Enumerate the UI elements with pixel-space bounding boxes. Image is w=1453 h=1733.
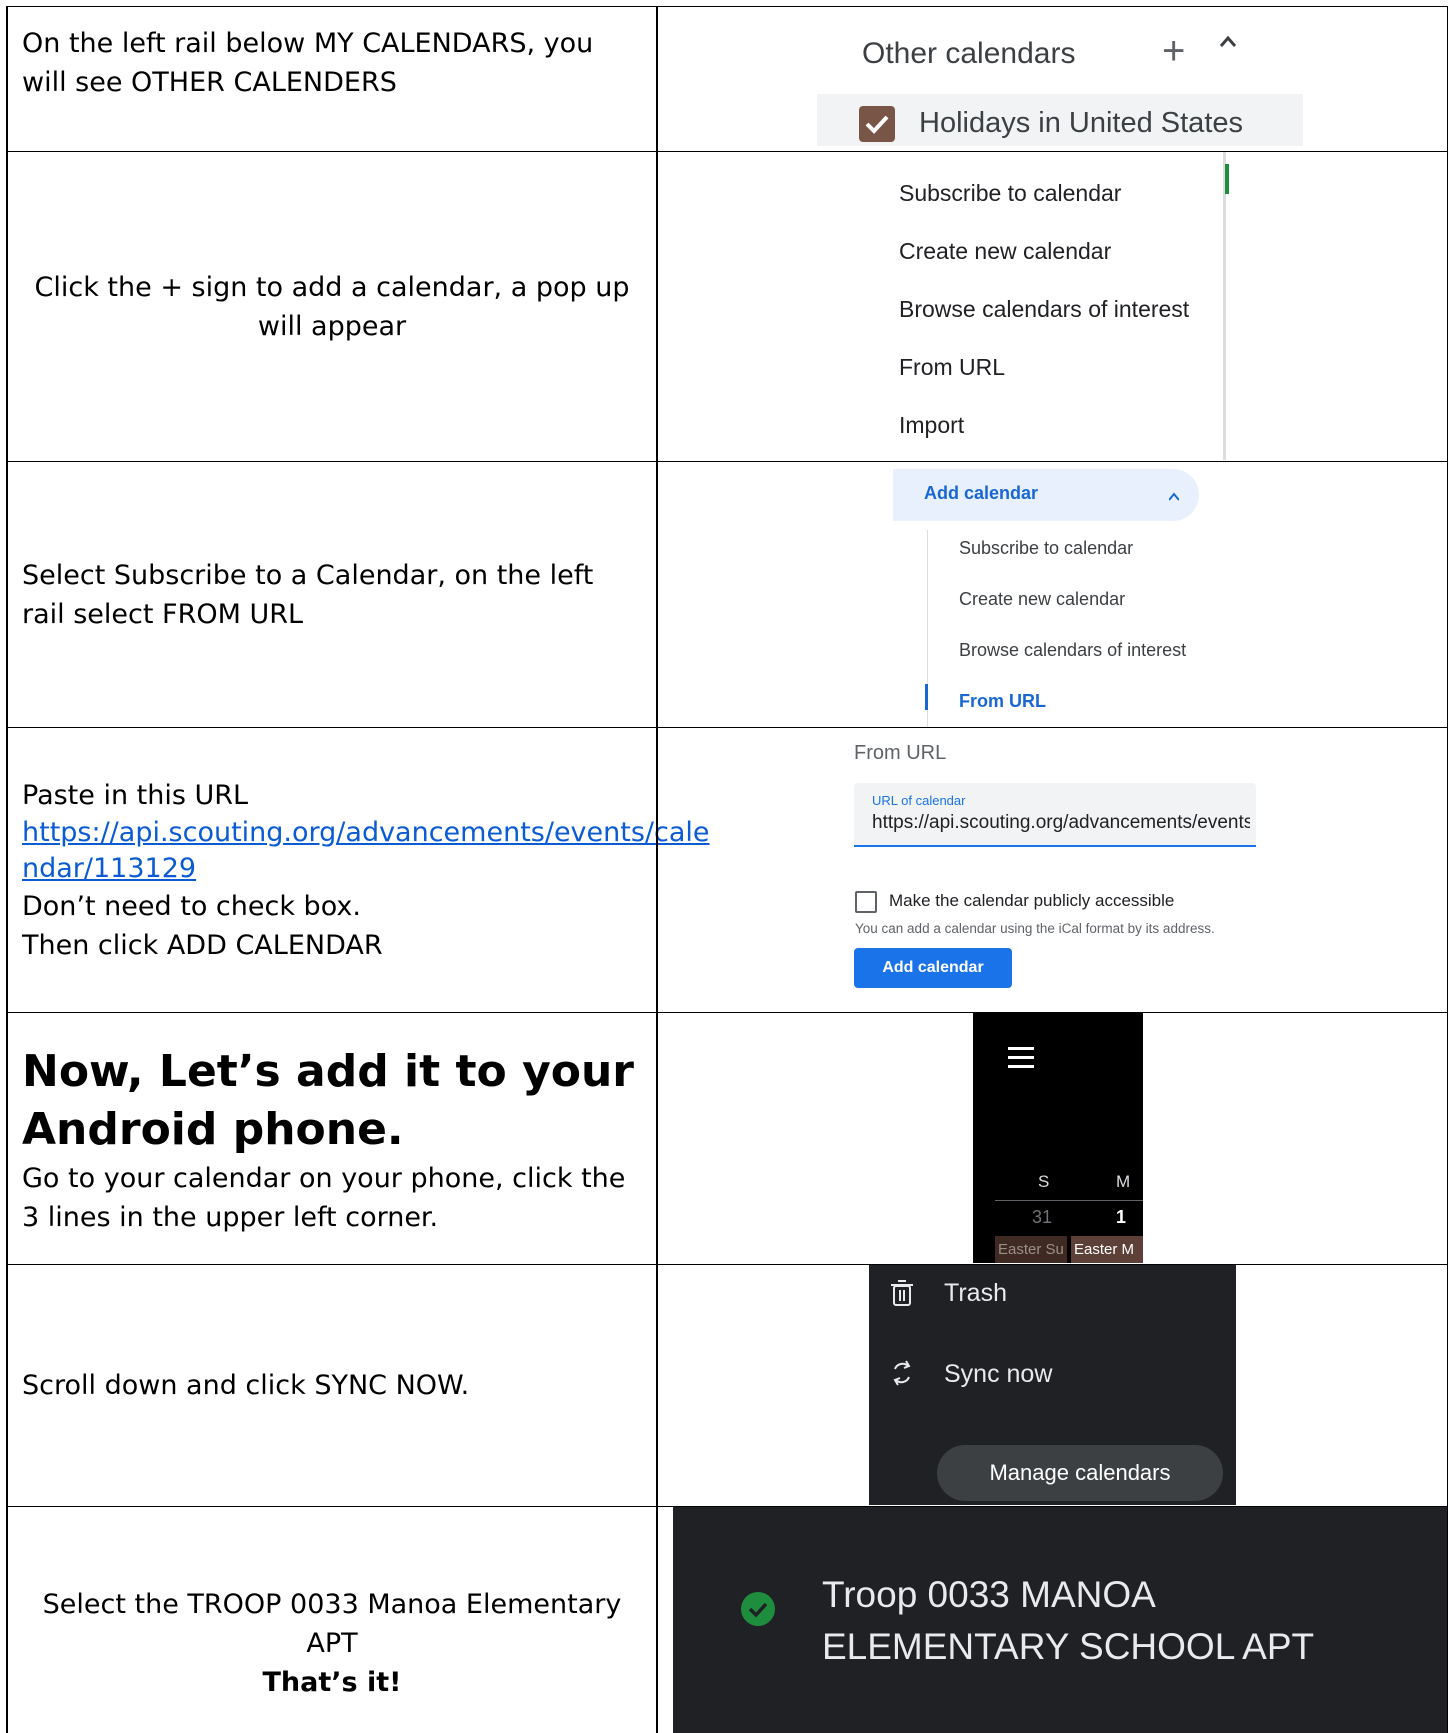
screenshot-cell: Add calendar Subscribe to calendar Creat… [657,462,1447,727]
nav-item-browse[interactable]: Browse calendars of interest [959,640,1186,661]
instruction-text: On the left rail below MY CALENDARS, you… [22,28,594,98]
calendar-url-link[interactable]: https://api.scouting.org/advancements/ev… [22,815,710,887]
chevron-up-icon [1169,492,1179,501]
weekday-monday: M [1116,1172,1131,1191]
nav-item-from-url[interactable]: From URL [959,691,1046,712]
menu-item-browse[interactable]: Browse calendars of interest [899,296,1189,323]
column-divider [656,6,658,1733]
date-31[interactable]: 31 [1032,1207,1052,1228]
instruction-text: Scroll down and click SYNC NOW. [22,1370,470,1401]
date-1[interactable]: 1 [1116,1207,1126,1228]
screenshot-cell: S M 31 1 Easter Su Easter M [657,1013,1447,1264]
sync-icon [893,1360,911,1386]
table-row: Paste in this URL https://api.scouting.o… [6,727,1448,1012]
chevron-up-icon[interactable] [1219,33,1237,51]
plus-icon[interactable]: + [1162,29,1185,74]
nav-item-create[interactable]: Create new calendar [959,589,1125,610]
instruction-bold-text: That’s it! [262,1667,402,1698]
hamburger-menu-icon[interactable] [1008,1046,1034,1070]
screenshot-cell: Other calendars + Holidays in United Sta… [657,7,1447,151]
instruction-cell: Now, Let’s add it to your Android phone. … [6,1013,656,1264]
instruction-line: Paste in this URL [22,779,249,811]
green-marker [1225,164,1229,194]
instruction-table: On the left rail below MY CALENDARS, you… [6,6,1448,1733]
weekday-sunday: S [1038,1172,1050,1191]
add-calendar-nav-label: Add calendar [924,483,1039,503]
screenshot-cell: Troop 0033 MANOA ELEMENTARY SCHOOL APT [657,1507,1447,1733]
menu-item-import[interactable]: Import [899,412,964,439]
manage-calendars-button[interactable]: Manage calendars [937,1445,1223,1501]
event-chip[interactable]: Easter Su [995,1236,1067,1263]
ical-hint-text: You can add a calendar using the iCal fo… [855,921,1215,936]
table-row: Scroll down and click SYNC NOW. Trash Sy… [6,1264,1448,1506]
other-calendars-title: Other calendars [862,37,1076,70]
instruction-cell: Click the + sign to add a calendar, a po… [6,152,656,461]
nav-item-subscribe[interactable]: Subscribe to calendar [959,538,1133,559]
instruction-cell: On the left rail below MY CALENDARS, you… [6,7,656,151]
check-circle-icon[interactable] [741,1592,775,1626]
trash-icon [891,1280,913,1306]
troop-calendar-name[interactable]: Troop 0033 MANOA ELEMENTARY SCHOOL APT [822,1569,1314,1673]
menu-item-from-url[interactable]: From URL [899,354,1005,381]
screenshot-cell: From URL URL of calendar https://api.sco… [657,728,1447,1012]
table-row: Select Subscribe to a Calendar, on the l… [6,461,1448,727]
screenshot-cell: Subscribe to calendar Create new calenda… [657,152,1447,461]
screenshot-cell: Trash Sync now Manage calendars [657,1265,1447,1506]
menu-item-subscribe[interactable]: Subscribe to calendar [899,180,1121,207]
instruction-text: Go to your calendar on your phone, click… [22,1162,626,1233]
event-chip[interactable]: Easter M [1071,1236,1143,1263]
menu-edge [1223,152,1226,460]
section-heading: Now, Let’s add it to your Android phone. [22,1045,635,1155]
table-row: On the left rail below MY CALENDARS, you… [6,6,1448,151]
public-access-label: Make the calendar publicly accessible [889,891,1175,910]
instruction-cell: Select Subscribe to a Calendar, on the l… [6,462,656,727]
instruction-cell: Scroll down and click SYNC NOW. [6,1265,656,1506]
url-field-label: URL of calendar [872,793,966,808]
trash-menu-item[interactable]: Trash [944,1279,1007,1308]
table-row: Select the TROOP 0033 Manoa Elementary A… [6,1506,1448,1733]
holidays-calendar-label: Holidays in United States [919,107,1243,139]
active-indicator [925,684,928,710]
instruction-line: Don’t need to check box. [22,890,361,922]
checkbox-checked-icon[interactable] [859,106,895,142]
instruction-cell: Paste in this URL https://api.scouting.o… [6,728,710,1012]
instruction-line: Then click ADD CALENDAR [22,929,383,961]
instruction-text: Select Subscribe to a Calendar, on the l… [22,559,594,630]
public-access-checkbox[interactable] [855,891,877,913]
instruction-cell: Select the TROOP 0033 Manoa Elementary A… [6,1507,656,1733]
weekday-divider [995,1200,1143,1201]
table-row: Now, Let’s add it to your Android phone. … [6,1012,1448,1264]
sync-now-menu-item[interactable]: Sync now [944,1360,1052,1389]
instruction-text: Select the TROOP 0033 Manoa Elementary A… [42,1589,622,1659]
instruction-text: Click the + sign to add a calendar, a po… [34,271,630,342]
url-field-value[interactable]: https://api.scouting.org/advancements/ev… [872,812,1250,834]
table-row: Click the + sign to add a calendar, a po… [6,151,1448,461]
from-url-title: From URL [854,742,947,764]
add-calendar-button[interactable]: Add calendar [854,948,1012,988]
menu-item-create[interactable]: Create new calendar [899,238,1111,265]
